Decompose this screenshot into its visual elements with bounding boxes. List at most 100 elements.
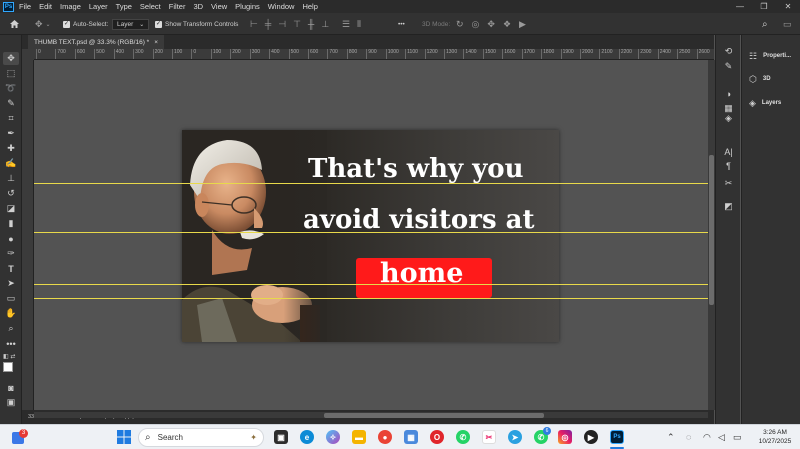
search-button[interactable]: ⌕ [762,17,768,31]
minimize-button[interactable]: — [728,0,752,13]
chevron-up-icon[interactable]: ⌃ [667,432,675,443]
horizontal-scrollbar[interactable] [34,412,708,418]
taskbar-search[interactable]: ⌕ Search ✦ [138,428,264,447]
show-transform-checkbox[interactable]: ✓ Show Transform Controls [155,17,238,31]
auto-select-checkbox[interactable]: ✓ Auto-Select: [63,17,108,31]
menu-type[interactable]: Type [116,0,132,13]
horizontal-scroll-thumb[interactable] [324,413,544,418]
vertical-scrollbar[interactable] [708,60,715,410]
tools-panel-icon[interactable]: ✂ [721,177,736,190]
snipping-tool-icon[interactable]: ✂ [482,430,496,444]
distribute-horizontal-icon[interactable]: ⫴ [357,19,361,30]
align-bottom-icon[interactable]: ⊥ [321,19,329,30]
layer-select[interactable]: Layer ⌄ [112,17,150,31]
path-select-tool[interactable]: ➤ [3,277,19,290]
headline-line-2[interactable]: avoid visitors at [303,205,535,235]
battery-icon[interactable]: ▭ [733,432,742,443]
document-tab[interactable]: THUMB TEXT.psd @ 33.3% (RGB/16) * × [28,35,165,49]
default-colors-icon[interactable]: ◧ ⇄ [3,353,15,360]
align-middle-icon[interactable]: ╫ [308,19,314,29]
quick-select-tool[interactable]: ✎ [3,97,19,110]
menu-help[interactable]: Help [302,0,317,13]
widgets-button[interactable]: 3 [12,429,28,445]
properties-panel-tab[interactable]: ☷ Properti... [742,45,800,67]
restore-button[interactable]: ❐ [752,0,776,13]
move-tool[interactable]: ✥ [3,52,19,65]
guide-line[interactable] [34,232,708,233]
opera-icon[interactable]: O [430,430,444,444]
zoom-tool[interactable]: ⌕ [3,322,19,335]
lasso-tool[interactable]: ➰ [3,82,19,95]
menu-plugins[interactable]: Plugins [235,0,260,13]
menu-view[interactable]: View [211,0,227,13]
orbit-icon[interactable]: ↻ [456,19,464,30]
edge-icon[interactable]: e [300,430,314,444]
brush-tool[interactable]: ✍ [3,157,19,170]
screen-mode-button[interactable]: ▣ [3,396,19,409]
align-right-icon[interactable]: ⊣ [278,19,286,30]
system-clock[interactable]: 3:26 AM 10/27/2025 [752,428,798,448]
channels-panel-icon[interactable] [721,117,736,130]
pen-tool[interactable]: ✑ [3,247,19,260]
slide-icon[interactable]: ❖ [503,19,511,30]
workspace-button[interactable]: ▭ [783,17,792,31]
whatsapp-icon[interactable]: ✆ [456,430,470,444]
3d-panel-tab[interactable]: ⬡ 3D [742,68,800,90]
align-left-icon[interactable]: ⊢ [250,19,258,30]
rectangle-tool[interactable]: ▭ [3,292,19,305]
dodge-tool[interactable]: ● [3,232,19,245]
align-top-icon[interactable]: ⊤ [293,19,301,30]
history-panel-icon[interactable]: ⟲ [721,45,736,58]
move-tool-preset[interactable]: ✥ ⌄ [35,17,51,31]
vertical-scroll-thumb[interactable] [709,155,714,305]
vertical-ruler[interactable] [22,60,34,410]
camera-icon[interactable]: ▶ [519,19,526,30]
distribute-vertical-icon[interactable]: ☰ [342,19,350,30]
foreground-color-swatch[interactable] [3,362,13,372]
instagram-icon[interactable]: ◎ [558,430,572,444]
menu-file[interactable]: File [19,0,31,13]
menu-layer[interactable]: Layer [89,0,108,13]
telegram-icon[interactable]: ➤ [508,430,522,444]
unknown-tray-icon[interactable]: ◌ [686,432,691,442]
history-brush-tool[interactable]: ↺ [3,187,19,200]
home-button[interactable] [9,17,20,31]
horizontal-ruler[interactable]: 0 700 600 500 400 300 200 100 0 100 200 300 400 500 60… [34,49,714,60]
type-tool[interactable]: T [3,262,19,275]
gradient-tool[interactable]: ▮ [3,217,19,230]
media-player-icon[interactable]: ▶ [584,430,598,444]
start-button[interactable] [117,430,131,444]
speaker-icon[interactable]: ◁ [718,432,725,443]
file-explorer-icon[interactable]: ▬ [352,430,366,444]
marquee-tool[interactable]: ⬚ [3,67,19,80]
menu-image[interactable]: Image [60,0,81,13]
layers-panel-tab[interactable]: ◈ Layers [742,92,800,114]
character-panel-icon[interactable]: A| [721,145,736,158]
headline-line-1[interactable]: That's why you [308,154,524,184]
glyphs-panel-icon[interactable]: ◩ [721,200,736,213]
crop-tool[interactable]: ⌗ [3,112,19,125]
task-view-icon[interactable]: ▣ [274,430,288,444]
paragraph-panel-icon[interactable]: ¶ [721,159,736,172]
eraser-tool[interactable]: ◪ [3,202,19,215]
photoshop-taskbar-icon[interactable]: Ps [610,430,624,444]
menu-window[interactable]: Window [268,0,295,13]
artboard[interactable]: That's why you avoid visitors at home [182,130,559,342]
store-icon[interactable]: ▦ [404,430,418,444]
roll-icon[interactable]: ◎ [472,19,480,30]
guide-line[interactable] [34,284,708,285]
quick-mask-button[interactable]: ◙ [3,381,19,394]
eyedropper-tool[interactable]: ✒ [3,127,19,140]
adjustments-panel-icon[interactable]: ◑ [721,87,736,100]
menu-edit[interactable]: Edit [39,0,52,13]
hand-tool[interactable]: ✋ [3,307,19,320]
guide-line[interactable] [34,298,708,299]
clone-stamp-tool[interactable]: ⊥ [3,172,19,185]
menu-filter[interactable]: Filter [169,0,186,13]
chrome-icon[interactable]: ● [378,430,392,444]
guide-line[interactable] [34,183,708,184]
close-tab-icon[interactable]: × [154,39,158,46]
more-options-button[interactable]: ••• [398,17,405,31]
menu-select[interactable]: Select [140,0,161,13]
align-center-icon[interactable]: ╪ [265,19,271,29]
